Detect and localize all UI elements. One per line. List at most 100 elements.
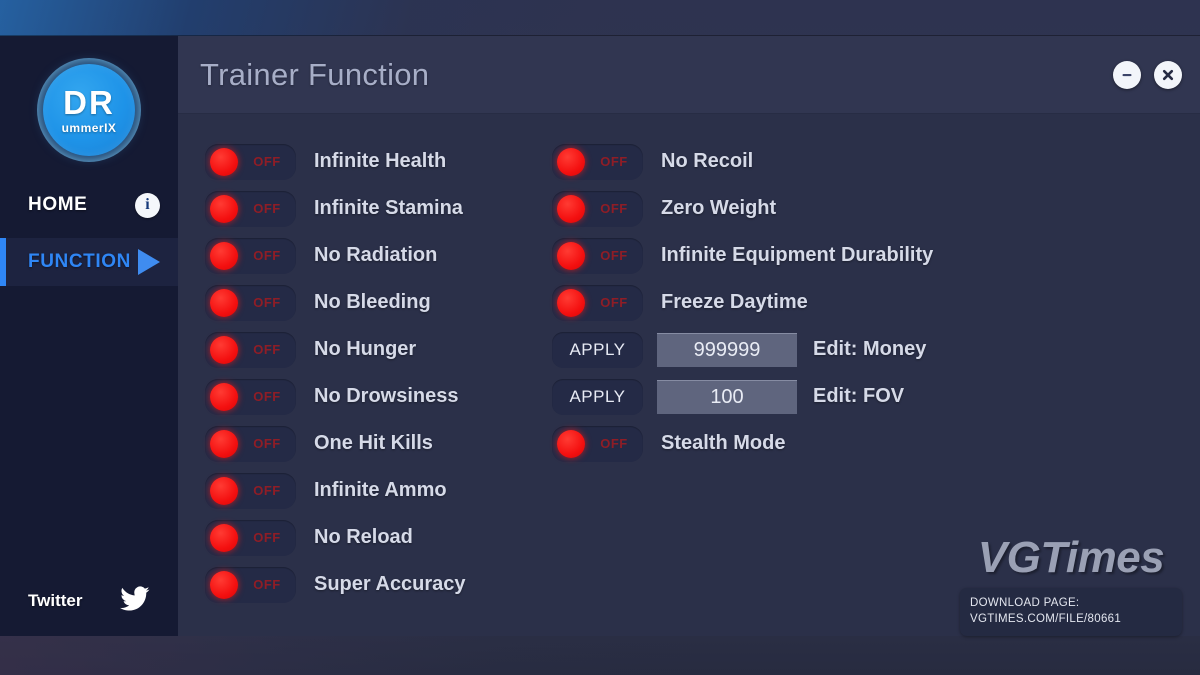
main-panel: Trainer Function OFF Infinite Health OFF In…: [178, 36, 1200, 636]
watermark-download-box: DOWNLOAD PAGE: VGTIMES.COM/FILE/80661: [960, 587, 1182, 636]
edit-value-input[interactable]: [657, 332, 797, 367]
function-column-left: OFF Infinite Health OFF Infinite Stamina OFF…: [178, 138, 528, 636]
function-label: No Drowsiness: [314, 385, 459, 407]
apply-button[interactable]: APPLY: [552, 378, 643, 415]
toggle-switch[interactable]: OFF: [205, 378, 296, 415]
edit-row: APPLY Edit: Money: [552, 326, 1048, 373]
minimize-button[interactable]: [1113, 60, 1141, 89]
function-row: OFF Freeze Daytime: [552, 279, 1048, 326]
function-row: OFF No Hunger: [205, 326, 528, 373]
function-row: OFF No Recoil: [552, 138, 1048, 185]
function-row: OFF One Hit Kills: [205, 420, 528, 467]
logo-circle: DR ummerIX: [43, 64, 135, 156]
toggle-switch[interactable]: OFF: [205, 331, 296, 368]
toggle-state-label: OFF: [253, 154, 281, 169]
toggle-switch[interactable]: OFF: [205, 190, 296, 227]
toggle-state-label: OFF: [600, 154, 628, 169]
function-row: OFF No Reload: [205, 514, 528, 561]
function-row: OFF Super Accuracy: [205, 561, 528, 608]
sidebar-item-home[interactable]: HOME i: [0, 182, 178, 228]
toggle-knob-icon: [210, 429, 238, 458]
function-label: One Hit Kills: [314, 432, 433, 454]
close-button[interactable]: [1154, 60, 1182, 89]
toggle-state-label: OFF: [600, 201, 628, 216]
sidebar-item-function[interactable]: FUNCTION: [0, 238, 178, 286]
toggle-knob-icon: [210, 523, 238, 552]
function-label: Infinite Stamina: [314, 197, 463, 219]
toggle-switch[interactable]: OFF: [205, 519, 296, 556]
toggle-state-label: OFF: [253, 295, 281, 310]
edit-value-input[interactable]: [657, 379, 797, 414]
toggle-knob-icon: [210, 194, 238, 223]
toggle-state-label: OFF: [253, 201, 281, 216]
sidebar-footer[interactable]: Twitter: [0, 574, 178, 636]
toggle-knob-icon: [210, 335, 238, 364]
toggle-state-label: OFF: [253, 483, 281, 498]
function-label: Freeze Daytime: [661, 291, 808, 313]
sidebar-item-home-label: HOME: [28, 194, 88, 215]
title-bar: Trainer Function: [178, 36, 1200, 114]
toggle-knob-icon: [557, 241, 585, 270]
function-row: OFF No Drowsiness: [205, 373, 528, 420]
toggle-switch[interactable]: OFF: [205, 472, 296, 509]
twitter-bird-icon[interactable]: [120, 585, 150, 617]
toggle-switch[interactable]: OFF: [205, 284, 296, 321]
vgtimes-watermark: VGTimes DOWNLOAD PAGE: VGTIMES.COM/FILE/…: [960, 532, 1182, 636]
toggle-knob-icon: [557, 288, 585, 317]
logo-primary-text: DR: [63, 83, 115, 121]
toggle-knob-icon: [210, 147, 238, 176]
toggle-switch[interactable]: OFF: [205, 566, 296, 603]
function-label: Infinite Ammo: [314, 479, 447, 501]
toggle-switch[interactable]: OFF: [552, 425, 643, 462]
edit-row: APPLY Edit: FOV: [552, 373, 1048, 420]
function-row: OFF Infinite Ammo: [205, 467, 528, 514]
function-row: OFF Infinite Health: [205, 138, 528, 185]
edit-label: Edit: Money: [813, 338, 927, 360]
function-label: No Recoil: [661, 150, 754, 172]
play-triangle-icon: [138, 249, 160, 275]
function-row: OFF Zero Weight: [552, 185, 1048, 232]
function-row: OFF No Radiation: [205, 232, 528, 279]
toggle-switch[interactable]: OFF: [205, 425, 296, 462]
edit-label: Edit: FOV: [813, 385, 905, 407]
logo-secondary-text: ummerIX: [61, 120, 117, 135]
watermark-line-1: DOWNLOAD PAGE:: [970, 596, 1080, 609]
toggle-switch[interactable]: OFF: [205, 143, 296, 180]
active-accent-bar: [0, 238, 6, 286]
toggle-state-label: OFF: [253, 342, 281, 357]
toggle-switch[interactable]: OFF: [205, 237, 296, 274]
toggle-knob-icon: [210, 476, 238, 505]
toggle-state-label: OFF: [253, 436, 281, 451]
function-row: OFF No Bleeding: [205, 279, 528, 326]
page-title: Trainer Function: [200, 56, 430, 92]
watermark-line-2: VGTIMES.COM/FILE/80661: [970, 613, 1122, 626]
function-label: No Hunger: [314, 338, 417, 360]
toggle-state-label: OFF: [600, 436, 628, 451]
sidebar: DR ummerIX HOME i FUNCTION Twitter: [0, 36, 178, 636]
toggle-state-label: OFF: [600, 248, 628, 263]
toggle-state-label: OFF: [253, 577, 281, 592]
toggle-state-label: OFF: [253, 248, 281, 263]
toggle-knob-icon: [557, 147, 585, 176]
function-label: No Reload: [314, 526, 413, 548]
toggle-switch[interactable]: OFF: [552, 190, 643, 227]
toggle-switch[interactable]: OFF: [552, 237, 643, 274]
function-label: Infinite Health: [314, 150, 447, 172]
toggle-knob-icon: [557, 429, 585, 458]
function-label: Super Accuracy: [314, 573, 466, 595]
toggle-state-label: OFF: [600, 295, 628, 310]
toggle-state-label: OFF: [253, 389, 281, 404]
toggle-knob-icon: [210, 288, 238, 317]
function-row: OFF Stealth Mode: [552, 420, 1048, 467]
toggle-switch[interactable]: OFF: [552, 284, 643, 321]
toggle-knob-icon: [210, 382, 238, 411]
twitter-label: Twitter: [28, 591, 83, 610]
info-icon[interactable]: i: [135, 192, 160, 218]
toggle-knob-icon: [210, 570, 238, 599]
toggle-knob-icon: [210, 241, 238, 270]
apply-button[interactable]: APPLY: [552, 331, 643, 368]
trainer-window: DR ummerIX HOME i FUNCTION Twitter Train…: [0, 36, 1200, 636]
toggle-switch[interactable]: OFF: [552, 143, 643, 180]
watermark-title: VGTimes: [977, 532, 1165, 582]
function-row: OFF Infinite Stamina: [205, 185, 528, 232]
